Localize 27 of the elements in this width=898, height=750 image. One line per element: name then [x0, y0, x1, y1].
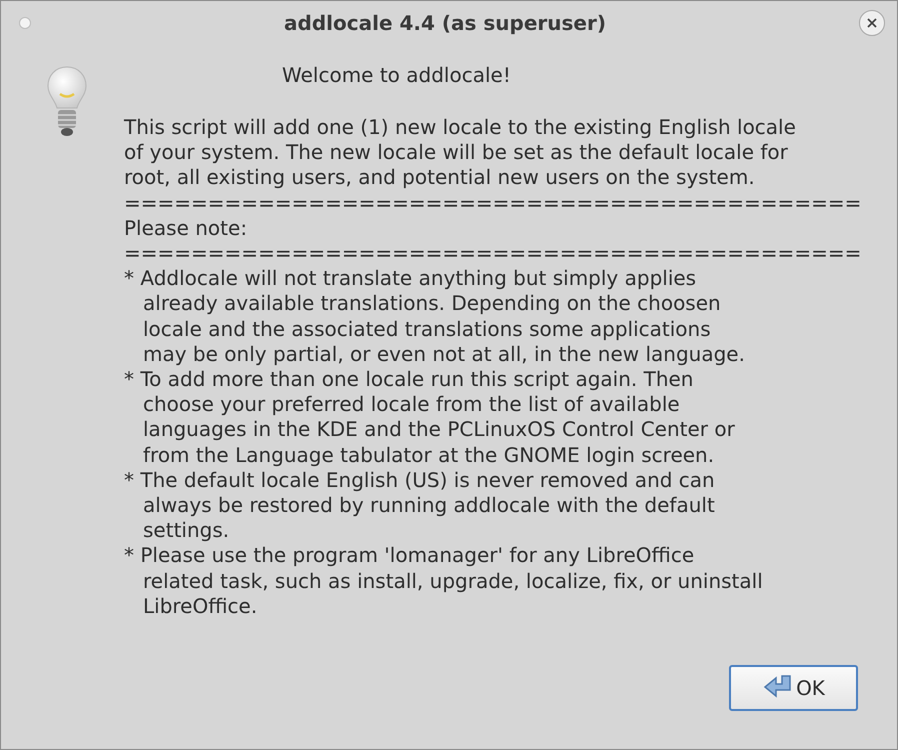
message-line: This script will add one (1) new locale to the existing English locale: [124, 115, 797, 140]
close-button[interactable]: [858, 10, 885, 36]
message-line: locale and the associated translations some applications: [142, 316, 712, 342]
message-line: root, all existing users, and potential new users on the system.: [124, 165, 756, 191]
ok-button[interactable]: OK: [729, 665, 858, 711]
message-line: languages in the KDE and the PCLinuxOS Control Center or: [142, 417, 736, 443]
message-line: * To add more than one locale run this script again. Then: [124, 367, 694, 392]
message-line: from the Language tabulator at the GNOME login screen.: [142, 442, 716, 468]
message-line: always be restored by running addlocale with the default: [142, 493, 716, 518]
message-line: Please note:: [124, 216, 248, 242]
message-line: settings.: [142, 518, 230, 544]
light-bulb-icon: [45, 65, 89, 137]
message-line: LibreOffice.: [142, 594, 258, 620]
message-line: ============================================: [124, 190, 862, 216]
welcome-heading: Welcome to addlocale!: [282, 63, 512, 88]
message-line: of your system. The new locale will be set as the default locale for: [124, 140, 789, 166]
message-line: already available translations. Depending on the choosen: [142, 291, 722, 317]
message-line: choose your preferred locale from the list of available: [142, 392, 681, 418]
message-line: * Addlocale will not translate anything but simply applies: [124, 266, 698, 292]
close-icon: [866, 17, 878, 29]
message-line: * The default locale English (US) is never removed and can: [124, 468, 716, 494]
window-title: addlocale 4.4 (as superuser): [284, 11, 606, 35]
message-line: related task, such as install, upgrade, localize, fix, or uninstall: [142, 568, 764, 594]
message-line: * Please use the program 'lomanager' for any LibreOffice: [124, 543, 696, 569]
message-line: ============================================: [124, 241, 862, 266]
message-line: may be only partial, or even not at all, in the new language.: [142, 342, 746, 368]
window-menu-dot[interactable]: [19, 17, 31, 29]
